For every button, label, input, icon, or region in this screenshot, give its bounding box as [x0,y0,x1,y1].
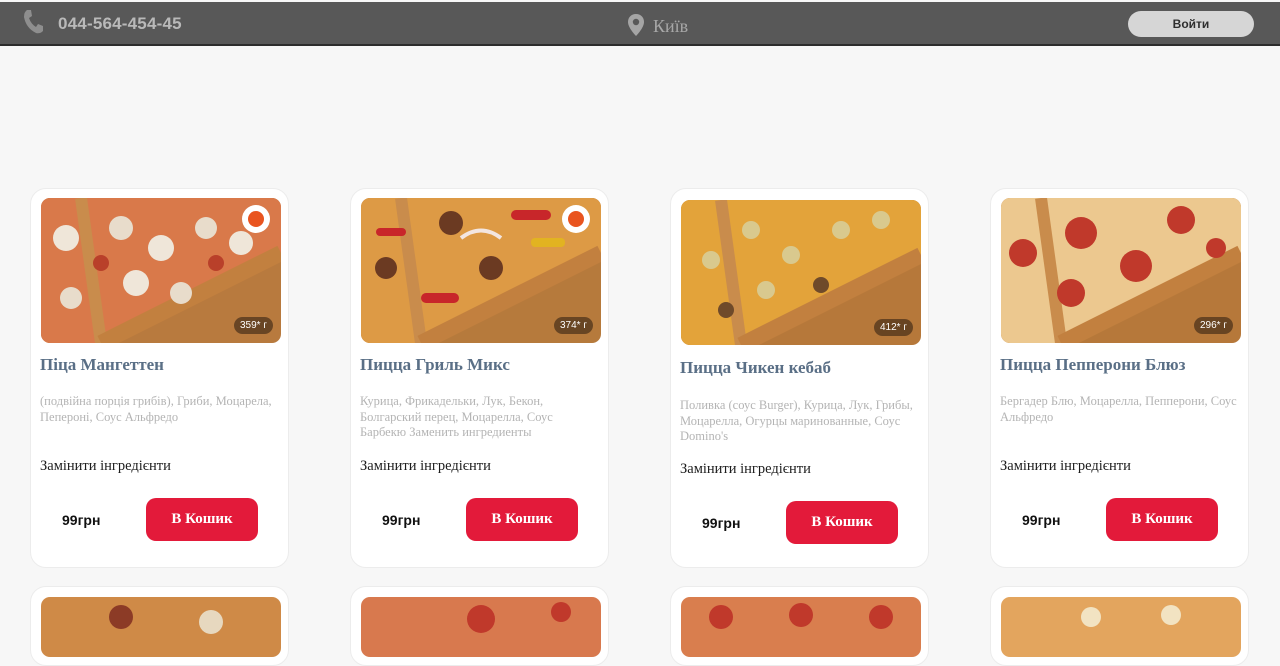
product-ingredients: Бергадер Блю, Моцарелла, Пепперони, Соус… [1000,394,1237,424]
product-card [990,586,1249,666]
product-card: 374* г Пицца Гриль Микс Курица, Фрикадел… [350,188,609,568]
product-price: 99грн [1022,512,1061,528]
pizza-image[interactable] [41,597,281,657]
product-ingredients: Курица, Фрикадельки, Лук, Бекон, Болгарс… [360,394,553,439]
hot-badge-icon [242,205,270,233]
pizza-image[interactable]: 296* г [1001,198,1241,343]
top-bar: 044-564-454-45 Київ Войти [0,2,1280,46]
phone-icon [24,10,43,34]
change-ingredients-link[interactable]: Замінити інгредієнти [40,458,171,475]
city-selector[interactable]: Київ [653,16,688,37]
hot-badge-icon [562,205,590,233]
pizza-image[interactable]: 374* г [361,198,601,343]
product-price: 99грн [702,515,741,531]
product-card: 296* г Пицца Пепперони Блюз Бергадер Блю… [990,188,1249,568]
change-ingredients-link[interactable]: Замінити інгредієнти [1000,458,1131,475]
change-ingredients-link[interactable]: Замінити інгредієнти [360,458,491,475]
weight-badge: 359* г [233,317,273,334]
login-button[interactable]: Войти [1128,11,1254,37]
map-pin-icon [628,14,644,36]
pizza-image[interactable]: 412* г [681,200,921,345]
change-ingredients-link[interactable]: Замінити інгредієнти [680,461,811,478]
product-card [30,586,289,666]
product-card: 412* г Пицца Чикен кебаб Поливка (соус B… [670,188,929,568]
weight-badge: 296* г [1193,317,1233,334]
pizza-image[interactable]: 359* г [41,198,281,343]
weight-badge: 412* г [873,319,913,336]
product-title[interactable]: Пицца Гриль Микс [360,355,600,375]
add-to-cart-button[interactable]: В Кошик [146,498,258,541]
product-title[interactable]: Піца Мангеттен [40,355,280,375]
product-price: 99грн [62,512,101,528]
pizza-image[interactable] [1001,597,1241,657]
product-card [670,586,929,666]
add-to-cart-button[interactable]: В Кошик [1106,498,1218,541]
add-to-cart-button[interactable]: В Кошик [466,498,578,541]
product-card [350,586,609,666]
product-title[interactable]: Пицца Пепперони Блюз [1000,355,1240,375]
product-ingredients: Поливка (соус Burger), Курица, Лук, Гриб… [680,398,913,443]
add-to-cart-button[interactable]: В Кошик [786,501,898,544]
product-title[interactable]: Пицца Чикен кебаб [680,358,920,378]
phone-number[interactable]: 044-564-454-45 [58,14,182,34]
product-price: 99грн [382,512,421,528]
pizza-image[interactable] [361,597,601,657]
pizza-image[interactable] [681,597,921,657]
product-ingredients: (подвійна порція грибів), Гриби, Моцарел… [40,394,272,424]
weight-badge: 374* г [553,317,593,334]
product-card: 359* г Піца Мангеттен (подвійна порція г… [30,188,289,568]
